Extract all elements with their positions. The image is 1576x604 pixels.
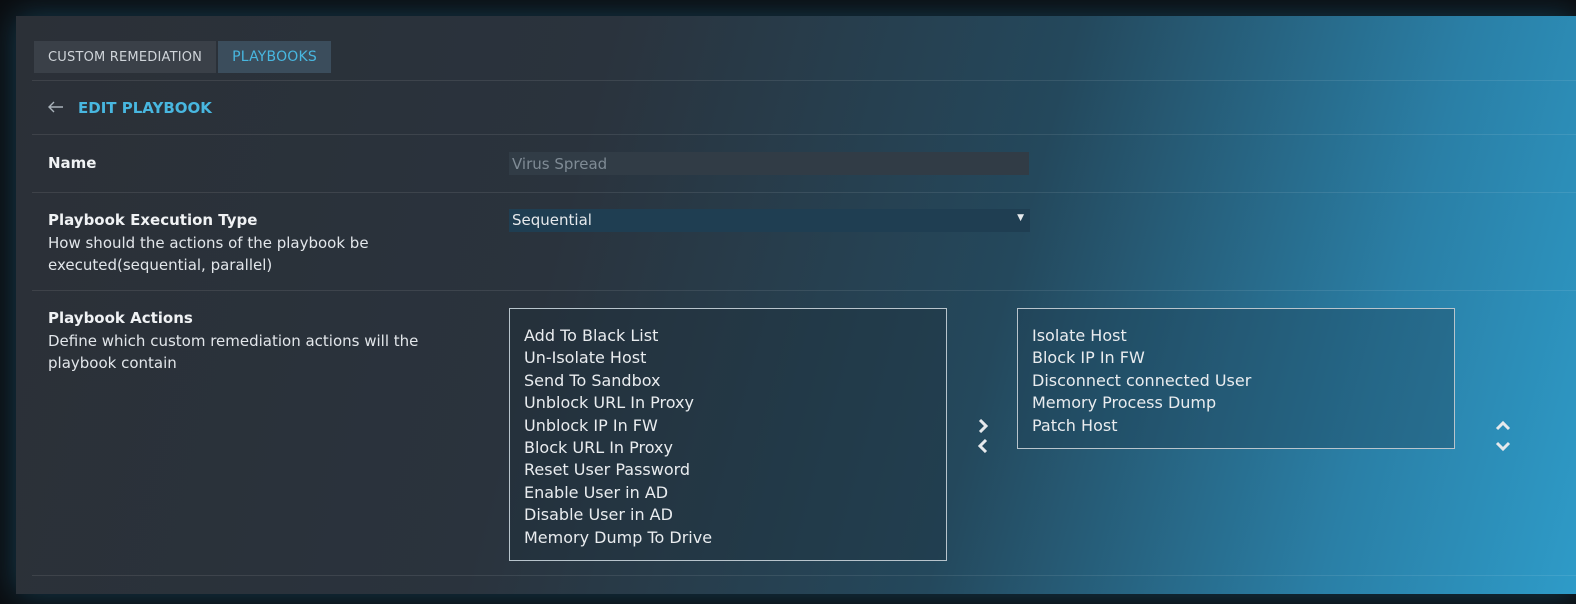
divider (32, 80, 1576, 81)
arrow-left-icon[interactable] (48, 98, 70, 117)
list-item[interactable]: Send To Sandbox (524, 370, 932, 392)
page-title: EDIT PLAYBOOK (78, 98, 212, 117)
move-up-button[interactable] (1495, 419, 1511, 433)
divider (32, 575, 1576, 576)
list-item[interactable]: Add To Black List (524, 325, 932, 347)
list-item[interactable]: Disable User in AD (524, 504, 932, 526)
list-item[interactable]: Memory Dump To Drive (524, 527, 932, 549)
list-item[interactable]: Disconnect connected User (1032, 370, 1440, 392)
execution-type-label: Playbook Execution Type (48, 211, 258, 229)
chevron-up-icon (1495, 420, 1511, 431)
available-actions-list[interactable]: Add To Black List Un-Isolate Host Send To … (509, 308, 947, 561)
name-label: Name (48, 154, 97, 172)
chevron-right-icon (978, 419, 989, 433)
list-item[interactable]: Block URL In Proxy (524, 437, 932, 459)
execution-type-description: How should the actions of the playbook b… (48, 234, 369, 274)
back-link[interactable]: EDIT PLAYBOOK (48, 98, 212, 117)
divider (32, 134, 1576, 135)
list-item[interactable]: Reset User Password (524, 459, 932, 481)
move-down-button[interactable] (1495, 439, 1511, 453)
caret-down-icon: ▼ (1017, 213, 1024, 223)
execution-type-value: Sequential (512, 211, 592, 229)
list-item[interactable]: Patch Host (1032, 415, 1440, 437)
actions-description: Define which custom remediation actions … (48, 332, 419, 372)
list-item[interactable]: Unblock URL In Proxy (524, 392, 932, 414)
list-item[interactable]: Unblock IP In FW (524, 415, 932, 437)
chevron-left-icon (977, 439, 988, 453)
tab-bar: CUSTOM REMEDIATION PLAYBOOKS (34, 41, 331, 73)
list-item[interactable]: Un-Isolate Host (524, 347, 932, 369)
list-item[interactable]: Memory Process Dump (1032, 392, 1440, 414)
tab-custom-remediation[interactable]: CUSTOM REMEDIATION (34, 41, 217, 73)
list-item[interactable]: Enable User in AD (524, 482, 932, 504)
divider (32, 290, 1576, 291)
list-item[interactable]: Block IP In FW (1032, 347, 1440, 369)
move-left-button[interactable] (975, 439, 991, 453)
name-input[interactable] (509, 152, 1029, 175)
tab-playbooks[interactable]: PLAYBOOKS (218, 41, 331, 73)
move-right-button[interactable] (975, 419, 991, 433)
selected-actions-list[interactable]: Isolate Host Block IP In FW Disconnect con… (1017, 308, 1455, 449)
app-window: CUSTOM REMEDIATION PLAYBOOKS EDIT PLAYBO… (16, 16, 1576, 594)
actions-label: Playbook Actions (48, 309, 193, 327)
divider (32, 192, 1576, 193)
chevron-down-icon (1495, 441, 1511, 452)
list-item[interactable]: Isolate Host (1032, 325, 1440, 347)
execution-type-select[interactable]: Sequential ▼ (509, 209, 1030, 232)
